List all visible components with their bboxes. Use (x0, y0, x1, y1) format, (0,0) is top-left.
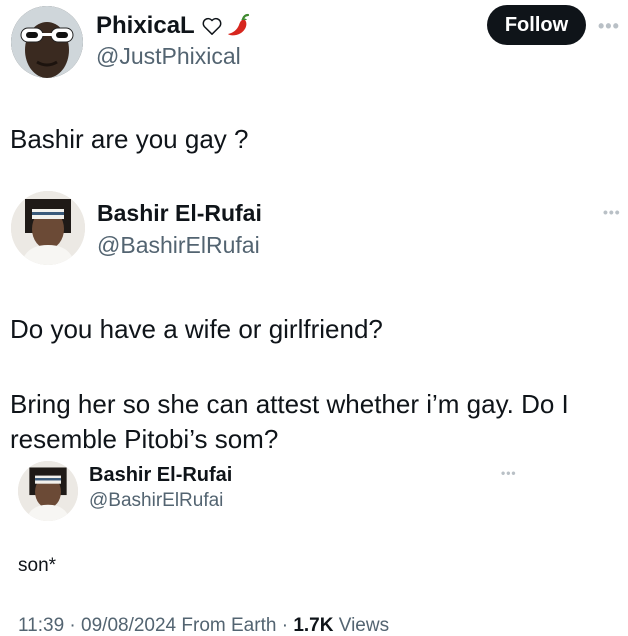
chili-pepper-icon (225, 13, 251, 39)
handle[interactable]: @BashirElRufai (97, 232, 260, 259)
separator: · (276, 615, 294, 636)
post-time[interactable]: 11:39 (18, 615, 64, 636)
follow-button[interactable]: Follow (487, 5, 586, 45)
avatar-image (18, 461, 78, 521)
post-meta: 11:39 · 09/08/2024 From Earth · 1.7K Vie… (18, 615, 389, 636)
handle[interactable]: @BashirElRufai (89, 490, 223, 512)
avatar-image (11, 191, 85, 265)
separator: · (64, 615, 82, 636)
display-name[interactable]: Bashir El-Rufai (97, 200, 262, 227)
post-date[interactable]: 09/08/2024 (81, 615, 176, 636)
handle[interactable]: @JustPhixical (96, 43, 241, 70)
post-text: Bashir are you gay ? (10, 124, 249, 154)
avatar[interactable] (11, 191, 85, 265)
display-name-text: PhixicaL (96, 12, 195, 39)
post-text-line: Do you have a wife or girlfriend? (10, 314, 383, 344)
avatar[interactable] (18, 461, 78, 521)
display-name[interactable]: Bashir El-Rufai (89, 464, 232, 487)
display-name[interactable]: PhixicaL (96, 12, 251, 40)
heart-outline-icon (201, 16, 223, 36)
more-options-icon[interactable]: ••• (603, 205, 621, 219)
views-count[interactable]: 1.7K (293, 615, 333, 636)
more-options-icon[interactable]: ••• (501, 467, 517, 479)
more-options-icon[interactable]: ••• (598, 17, 620, 35)
post-source: From Earth (176, 615, 277, 636)
post-text: son* (18, 555, 57, 576)
views-label: Views (333, 615, 390, 636)
post-text-paragraph: Bring her so she can attest whether i’m … (10, 389, 569, 454)
avatar-image (11, 6, 83, 78)
avatar[interactable] (11, 6, 83, 78)
